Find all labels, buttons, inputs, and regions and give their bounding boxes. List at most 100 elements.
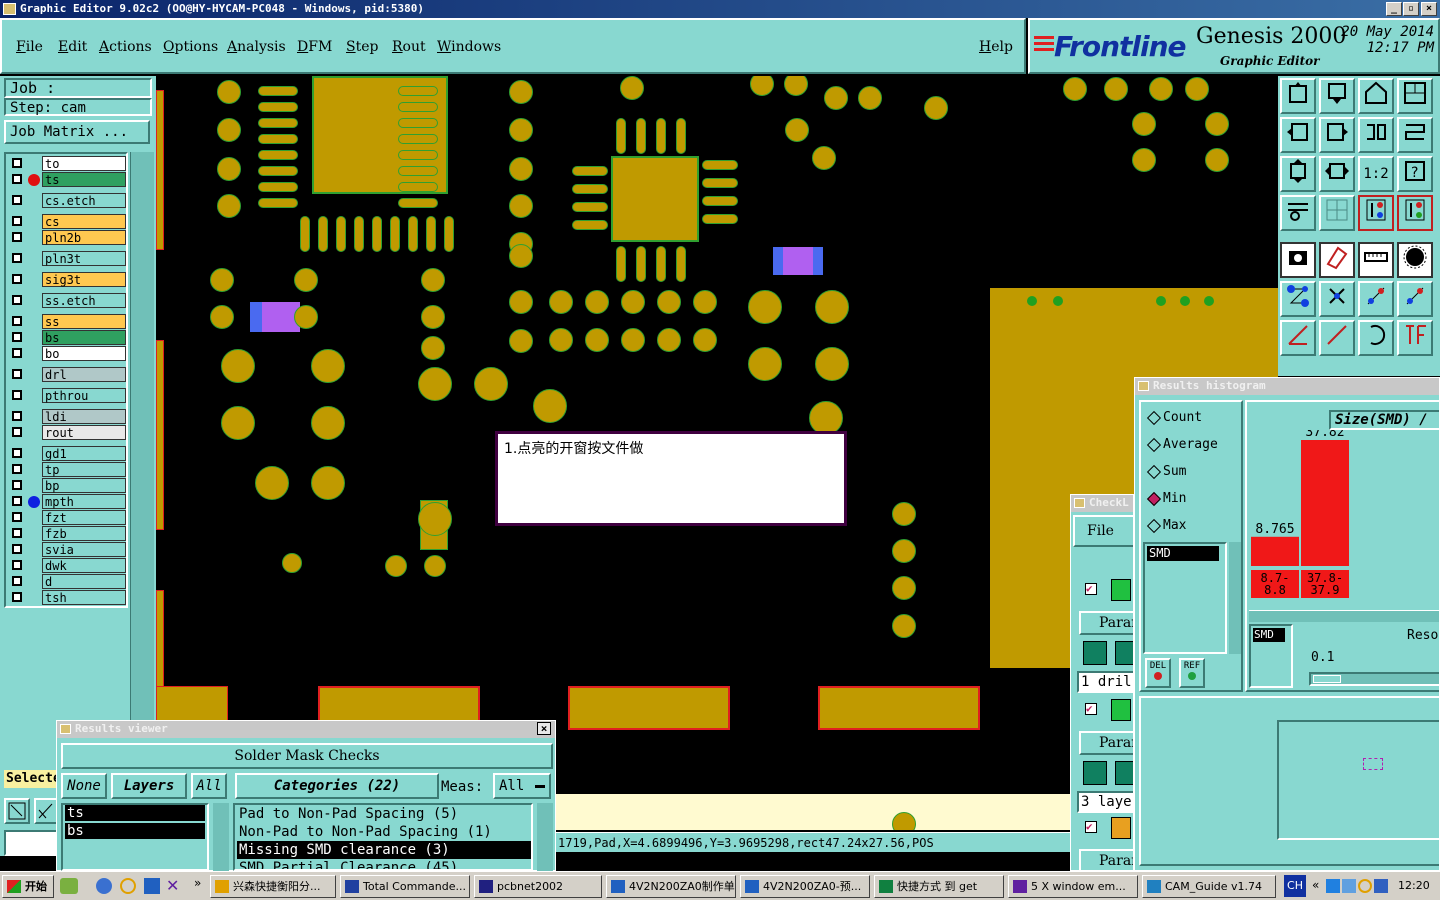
taskbar-item[interactable]: 5 X window em...	[1008, 875, 1138, 898]
result-layer-item[interactable]: ts	[65, 805, 205, 821]
result-category-item[interactable]: SMD Partial Clearance (45)	[237, 859, 531, 869]
histogram-scrollbar[interactable]	[1249, 610, 1439, 622]
layer-checkbox[interactable]	[12, 464, 22, 474]
layer-row[interactable]: ts	[8, 172, 126, 187]
maximize-button[interactable]: ▫	[1403, 2, 1419, 16]
layer-row[interactable]: mpth	[8, 494, 126, 509]
layer-name[interactable]: tsh	[42, 590, 126, 605]
result-category-item[interactable]: Pad to Non-Pad Spacing (5)	[237, 805, 531, 823]
tool-button[interactable]	[1280, 117, 1316, 153]
layer-checkbox[interactable]	[12, 195, 22, 205]
scale-1-2-button[interactable]: 1:2	[1358, 156, 1394, 192]
layer-row[interactable]: d	[8, 574, 126, 589]
tool-button[interactable]	[1358, 242, 1394, 278]
layer-checkbox[interactable]	[12, 576, 22, 586]
layer-row[interactable]: rout	[8, 425, 126, 440]
tool-button[interactable]	[1397, 78, 1433, 114]
param-button[interactable]: Param	[1079, 849, 1133, 870]
menu-step[interactable]: Step	[346, 38, 378, 56]
layers-button[interactable]: Layers	[111, 773, 187, 799]
tool-button[interactable]	[1280, 320, 1316, 356]
clock-app-icon[interactable]	[120, 878, 136, 894]
tool-button[interactable]	[1397, 195, 1433, 231]
layer-checkbox[interactable]	[12, 274, 22, 284]
result-category-item[interactable]: Missing SMD clearance (3)	[237, 841, 531, 859]
tool-button[interactable]	[1358, 195, 1394, 231]
histogram-option-average[interactable]: Average	[1147, 437, 1218, 453]
layer-row[interactable]: pthrou	[8, 388, 126, 403]
menu-file[interactable]: File	[16, 38, 43, 56]
tool-button[interactable]	[1319, 156, 1355, 192]
coord-field[interactable]	[4, 830, 58, 856]
layer-name[interactable]: fzt	[42, 510, 126, 525]
layer-row[interactable]: ldi	[8, 409, 126, 424]
layer-checkbox[interactable]	[12, 158, 22, 168]
layer-checkbox[interactable]	[12, 232, 22, 242]
tray-icon[interactable]	[1342, 879, 1356, 893]
reso-slider-thumb[interactable]	[1313, 675, 1341, 683]
x-app-icon[interactable]: ✕	[166, 876, 179, 895]
layer-checkbox[interactable]	[12, 411, 22, 421]
layer-checkbox[interactable]	[12, 560, 22, 570]
layer-name[interactable]: fzb	[42, 526, 126, 541]
layer-checkbox[interactable]	[12, 316, 22, 326]
layer-checkbox[interactable]	[12, 369, 22, 379]
layer-checkbox[interactable]	[12, 592, 22, 602]
layer-row[interactable]: ss.etch	[8, 293, 126, 308]
tool-button[interactable]	[1319, 117, 1355, 153]
taskbar-item[interactable]: 4V2N200ZA0制作单	[606, 875, 736, 898]
taskbar-item[interactable]: 4V2N200ZA0-预...	[740, 875, 870, 898]
layer-name[interactable]: pln3t	[42, 251, 126, 266]
run-icon[interactable]	[1083, 641, 1107, 665]
layer-checkbox[interactable]	[12, 448, 22, 458]
del-button[interactable]: DEL	[1145, 658, 1171, 688]
layer-name[interactable]: gd1	[42, 446, 126, 461]
taskbar-item[interactable]: pcbnet2002	[474, 875, 602, 898]
result-layer-item[interactable]: bs	[65, 823, 205, 839]
check-row-1[interactable]: 1 dril	[1077, 671, 1133, 693]
layer-checkbox[interactable]	[12, 332, 22, 342]
run-icon[interactable]	[1083, 761, 1107, 785]
job-matrix-button[interactable]: Job Matrix ...	[4, 120, 150, 144]
layer-row[interactable]: gd1	[8, 446, 126, 461]
result-category-item[interactable]: Non-Pad to Non-Pad Spacing (1)	[237, 823, 531, 841]
layer-row[interactable]: bs	[8, 330, 126, 345]
layer-row[interactable]: to	[8, 156, 126, 171]
layer-name[interactable]: ts	[42, 172, 126, 187]
tray-icon[interactable]	[1374, 879, 1388, 893]
layer-name[interactable]: bp	[42, 478, 126, 493]
tool-button[interactable]	[1280, 78, 1316, 114]
none-button[interactable]: None	[61, 773, 107, 799]
minimize-button[interactable]: _	[1386, 2, 1402, 16]
help-tool-button[interactable]: ?	[1397, 156, 1433, 192]
tool-button[interactable]	[1280, 281, 1316, 317]
tool-button[interactable]	[1280, 156, 1316, 192]
layer-name[interactable]: rout	[42, 425, 126, 440]
histogram-option-min[interactable]: Min	[1147, 491, 1186, 507]
measure-tool-button[interactable]	[34, 798, 58, 824]
quick-launch-icon[interactable]	[60, 878, 78, 894]
layer-name[interactable]: drl	[42, 367, 126, 382]
histogram-bar[interactable]	[1301, 440, 1349, 566]
close-button[interactable]: ×	[1421, 2, 1437, 16]
layer-checkbox[interactable]	[12, 512, 22, 522]
layer-row[interactable]: tsh	[8, 590, 126, 605]
layer-name[interactable]: sig3t	[42, 272, 126, 287]
tool-button[interactable]	[1397, 117, 1433, 153]
taskbar-item[interactable]: CAM_Guide v1.74	[1142, 875, 1276, 898]
layer-name[interactable]: ss	[42, 314, 126, 329]
layer-row[interactable]: sig3t	[8, 272, 126, 287]
run-icon[interactable]	[1115, 641, 1133, 665]
run-icon[interactable]	[1115, 761, 1133, 785]
layer-checkbox[interactable]	[12, 528, 22, 538]
check-checkbox[interactable]: ✔	[1085, 703, 1097, 715]
taskbar-item[interactable]: Total Commande...	[340, 875, 470, 898]
tool-button[interactable]	[1319, 78, 1355, 114]
menu-options[interactable]: Options	[163, 38, 218, 56]
histogram-option-count[interactable]: Count	[1147, 410, 1202, 426]
start-button[interactable]: 开始	[2, 875, 54, 898]
menu-edit[interactable]: Edit	[58, 38, 87, 56]
layer-name[interactable]: svia	[42, 542, 126, 557]
histogram-list-scrollbar[interactable]	[1229, 542, 1241, 654]
ref-button[interactable]: REF	[1179, 658, 1205, 688]
